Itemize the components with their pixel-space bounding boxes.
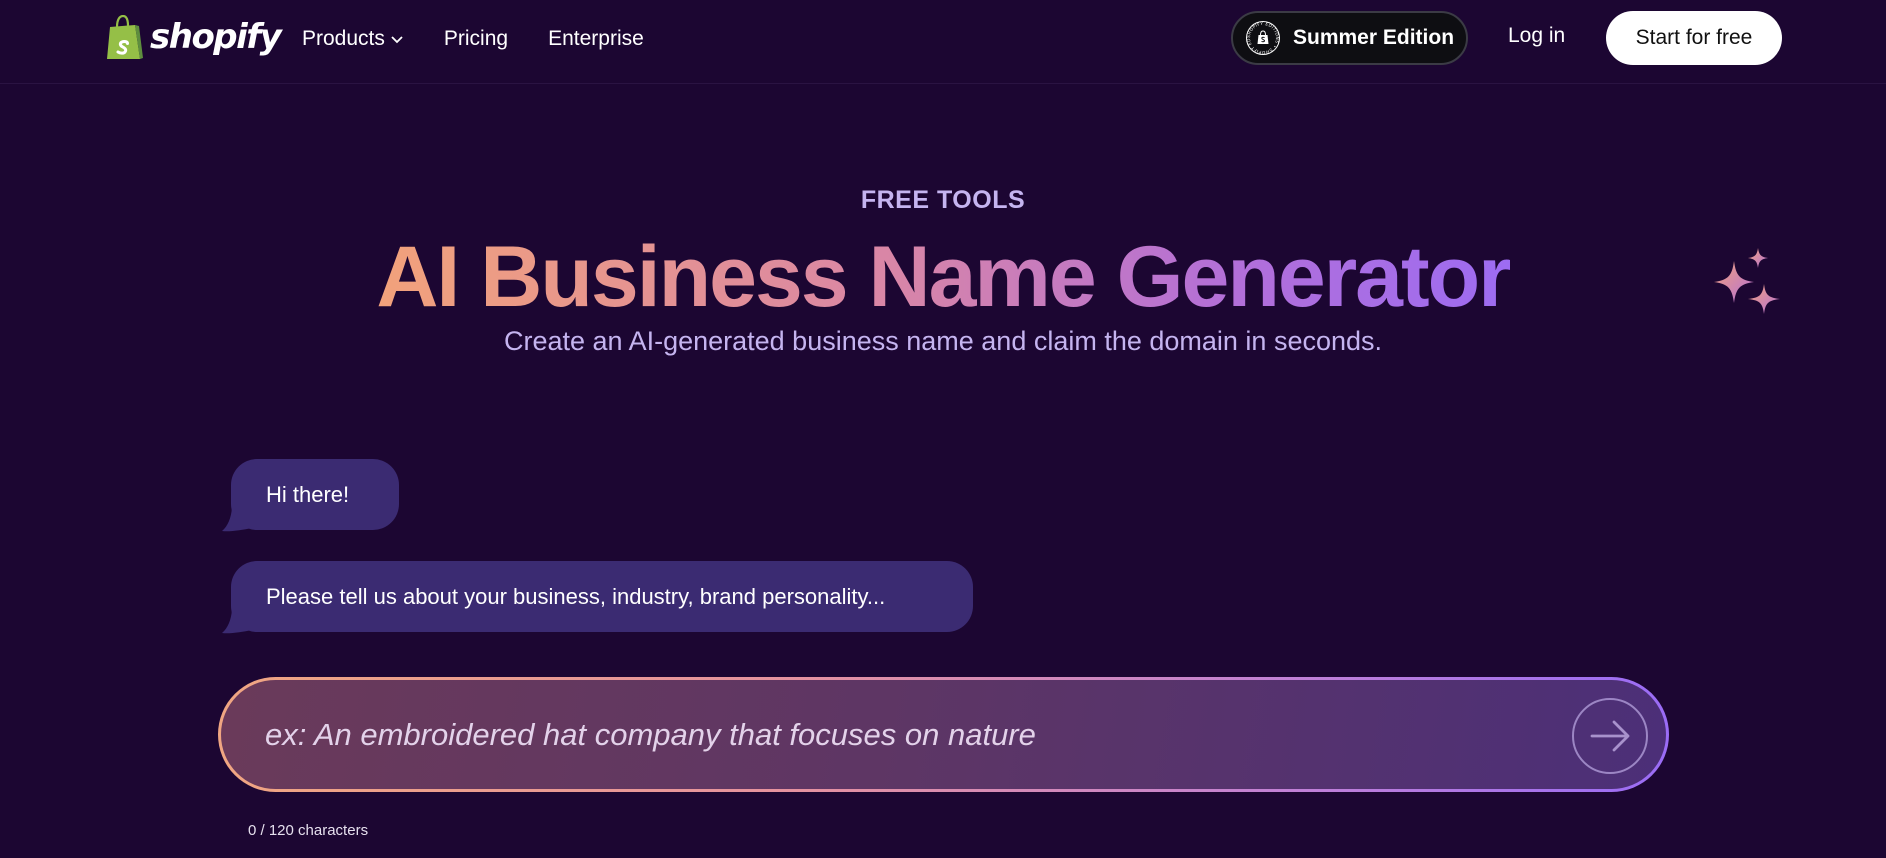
character-counter: 0 / 120 characters: [248, 822, 369, 839]
arrow-right-icon: [1590, 720, 1630, 752]
chat-message-text: Please tell us about your business, indu…: [266, 583, 886, 609]
business-description-input[interactable]: [263, 702, 1533, 768]
shopify-editions-badge-icon: SHOPIFY EDITIONS • SHOPIFY EDITIONS •: [1245, 20, 1280, 55]
eyebrow-label: FREE TOOLS: [860, 186, 1026, 214]
shopify-bag-icon: [107, 15, 143, 59]
page-title: AI Business Name Generator: [0, 222, 1886, 332]
chat-message-greeting: Hi there!: [222, 459, 399, 532]
login-link[interactable]: Log in: [1508, 24, 1565, 48]
nav-item-products[interactable]: Products: [302, 27, 404, 51]
summer-edition-label: Summer Edition: [1293, 26, 1455, 49]
nav-item-pricing[interactable]: Pricing: [444, 27, 508, 51]
bubble-tail: [222, 610, 252, 634]
submit-button[interactable]: [1572, 698, 1648, 774]
main-nav: Products Pricing Enterprise: [302, 22, 684, 56]
sparkles-icon: [1714, 248, 1780, 314]
summer-edition-button[interactable]: SHOPIFY EDITIONS • SHOPIFY EDITIONS • Su…: [1231, 11, 1468, 65]
nav-item-label: Enterprise: [548, 27, 644, 50]
page-title-text: AI Business Name Generator: [376, 229, 1511, 325]
chevron-down-icon: [391, 36, 403, 44]
logo-wordmark: shopify: [150, 17, 282, 57]
chat-message-text: Hi there!: [266, 481, 350, 507]
nav-item-label: Pricing: [443, 27, 509, 50]
bubble-tail: [222, 508, 252, 532]
start-for-free-button[interactable]: Start for free: [1606, 11, 1782, 65]
page-subtitle: Create an AI-generated business name and…: [503, 326, 1383, 356]
nav-item-enterprise[interactable]: Enterprise: [548, 27, 644, 51]
business-description-box: [221, 680, 1666, 789]
chat-message-prompt: Please tell us about your business, indu…: [222, 561, 973, 634]
business-description-container: [218, 677, 1669, 792]
site-header: shopify Products Pricing Enterprise SHOP…: [0, 0, 1886, 84]
nav-item-label: Products: [302, 27, 385, 50]
shopify-logo[interactable]: shopify: [104, 14, 282, 62]
